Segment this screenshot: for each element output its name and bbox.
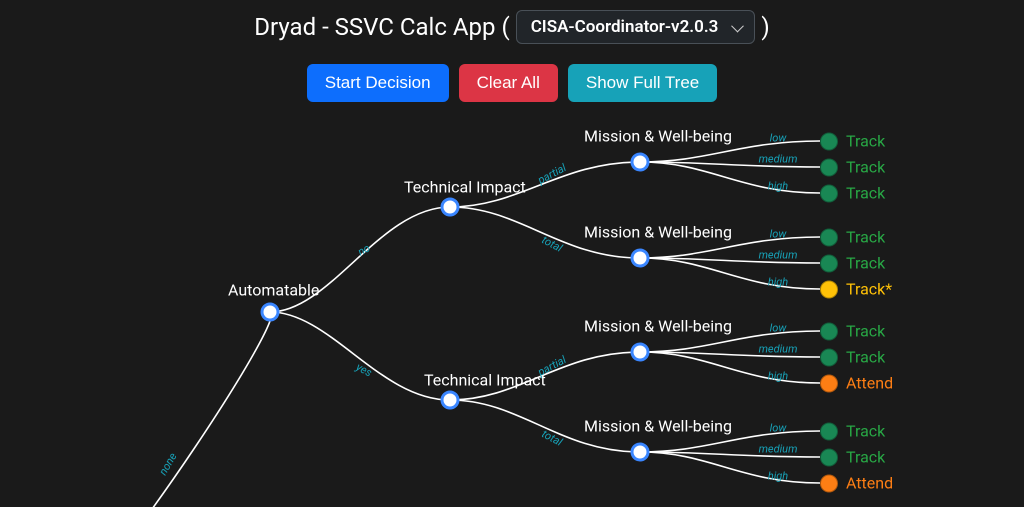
- node-automatable: Automatable: [228, 281, 319, 300]
- decision-track: Track: [846, 322, 885, 341]
- decision-track: Track: [846, 228, 885, 247]
- decision-dot: [820, 348, 838, 366]
- decision-track: Track: [846, 132, 885, 151]
- decision-dot: [820, 448, 838, 466]
- decision-track: Track: [846, 448, 885, 467]
- decision-track: Track: [846, 422, 885, 441]
- node-mission-wellbeing: Mission & Well-being: [584, 317, 732, 336]
- edge-medium: medium: [759, 343, 798, 356]
- edge-medium: medium: [759, 153, 798, 166]
- decision-dot: [820, 422, 838, 440]
- decision-dot: [820, 322, 838, 340]
- edge-no: no: [356, 241, 373, 258]
- node-technical-impact: Technical Impact: [404, 178, 526, 197]
- edge-high: high: [768, 370, 788, 383]
- decision-dot: [820, 132, 838, 150]
- edge-partial: partial: [536, 353, 569, 379]
- decision-dot: [820, 184, 838, 202]
- edge-yes: yes: [354, 360, 374, 379]
- node-technical-impact: Technical Impact: [424, 371, 546, 390]
- edge-low: low: [770, 322, 787, 335]
- edge-medium: medium: [759, 249, 798, 262]
- edge-low: low: [770, 422, 787, 435]
- edge-medium: medium: [759, 443, 798, 456]
- decision-dot: [820, 474, 838, 492]
- decision-dot: [820, 158, 838, 176]
- decision-track: Track: [846, 184, 885, 203]
- decision-track-star: Track*: [846, 280, 892, 299]
- decision-attend: Attend: [846, 374, 893, 393]
- decision-attend: Attend: [846, 474, 893, 493]
- edge-high: high: [768, 470, 788, 483]
- edge-total: total: [540, 427, 565, 449]
- edge-high: high: [768, 180, 788, 193]
- edge-low: low: [770, 228, 787, 241]
- decision-track: Track: [846, 158, 885, 177]
- decision-dot: [820, 374, 838, 392]
- edge-partial: partial: [536, 161, 569, 187]
- node-mission-wellbeing: Mission & Well-being: [584, 223, 732, 242]
- edge-total: total: [540, 233, 565, 255]
- node-mission-wellbeing: Mission & Well-being: [584, 417, 732, 436]
- decision-dot: [820, 280, 838, 298]
- decision-track: Track: [846, 254, 885, 273]
- edge-low: low: [770, 132, 787, 145]
- decision-track: Track: [846, 348, 885, 367]
- edge-none: none: [156, 451, 179, 478]
- edge-high: high: [768, 276, 788, 289]
- decision-dot: [820, 228, 838, 246]
- node-mission-wellbeing: Mission & Well-being: [584, 127, 732, 146]
- decision-dot: [820, 254, 838, 272]
